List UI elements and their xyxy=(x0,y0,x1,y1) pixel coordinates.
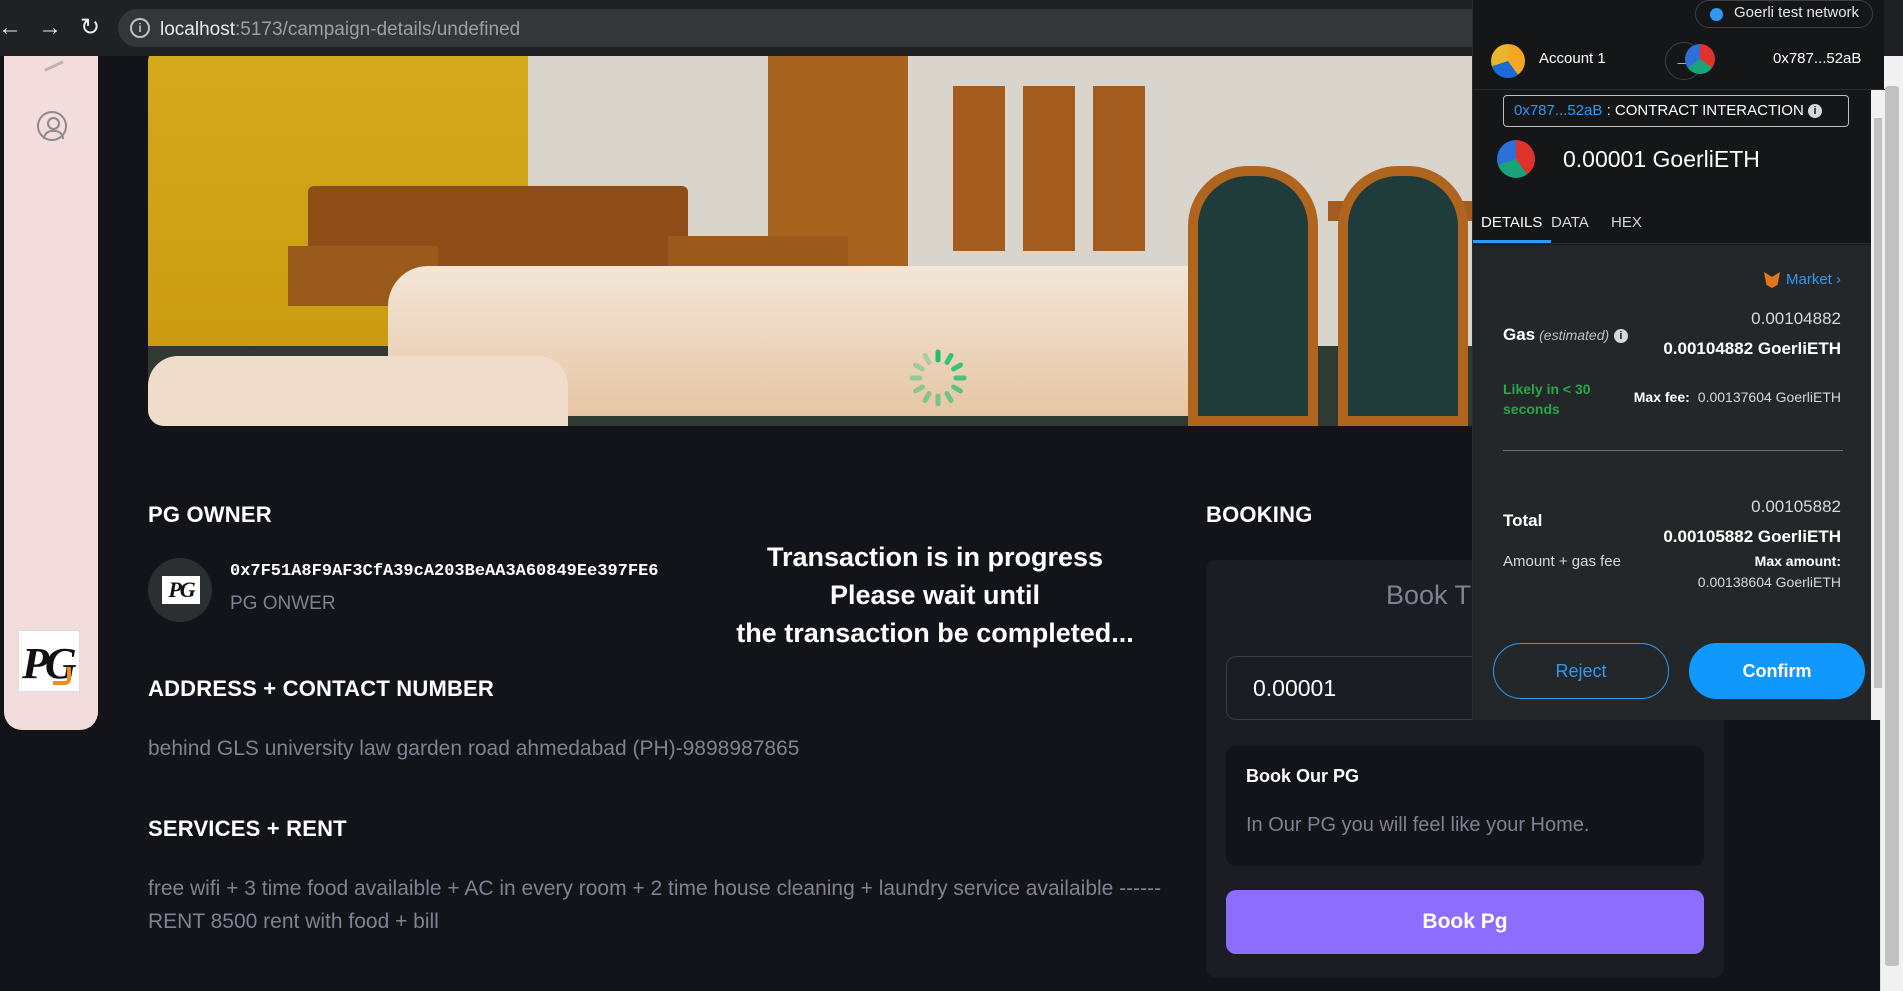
tab-data[interactable]: DATA xyxy=(1551,214,1589,231)
pg-card-title: Book Our PG xyxy=(1246,766,1360,786)
services-text: free wifi + 3 time food availaible + AC … xyxy=(148,877,1162,933)
owner-label: PG ONWER xyxy=(230,593,336,614)
max-fee: Max fee: 0.00137604 GoerliETH xyxy=(1633,389,1841,405)
tab-details[interactable]: DETAILS xyxy=(1481,214,1542,231)
address-text: behind GLS university law garden road ah… xyxy=(148,737,800,760)
gas-big-value: 0.00104882 GoerliETH xyxy=(1663,339,1841,358)
to-address[interactable]: 0x787...52aB xyxy=(1773,50,1861,67)
profile-icon[interactable] xyxy=(37,111,67,141)
recipient-avatar-icon xyxy=(1685,44,1715,74)
details-tabs: DETAILS DATA HEX xyxy=(1473,200,1885,244)
fox-icon xyxy=(1763,272,1780,289)
campaign-image xyxy=(148,56,1488,426)
amount-gas-label: Amount + gas fee xyxy=(1503,553,1621,570)
contract-address-link[interactable]: 0x787...52aB xyxy=(1514,102,1602,119)
confirm-button[interactable]: Confirm xyxy=(1689,643,1865,699)
account-avatar-icon xyxy=(1491,44,1525,78)
contract-interaction-badge: 0x787...52aB : CONTRACT INTERACTION i xyxy=(1503,95,1849,127)
popup-scrollbar[interactable] xyxy=(1871,90,1885,720)
pg-info-card: Book Our PG In Our PG you will feel like… xyxy=(1226,746,1704,866)
gas-label: Gas (estimated) i xyxy=(1503,325,1628,345)
from-account-name[interactable]: Account 1 xyxy=(1539,50,1606,67)
contract-label: : CONTRACT INTERACTION xyxy=(1606,102,1804,119)
logo-accent-icon xyxy=(53,667,71,685)
reject-button[interactable]: Reject xyxy=(1493,643,1669,699)
book-pg-button[interactable]: Book Pg xyxy=(1226,890,1704,954)
transaction-value: 0.00001 GoerliETH xyxy=(1563,146,1760,172)
owner-address: 0x7F51A8F9AF3CfA39cA203BeAA3A60849Ee397F… xyxy=(230,562,659,581)
divider xyxy=(1503,450,1843,451)
app-logo[interactable]: PG xyxy=(18,630,80,692)
nav-icon[interactable] xyxy=(40,56,64,72)
loading-spinner-icon xyxy=(909,349,967,407)
network-dot-icon xyxy=(1710,8,1723,21)
likely-time: Likely in < 30 seconds xyxy=(1503,381,1591,417)
network-name: Goerli test network xyxy=(1734,4,1860,21)
contract-avatar-icon xyxy=(1497,140,1535,178)
site-info-icon[interactable]: i xyxy=(130,18,150,38)
tab-hex[interactable]: HEX xyxy=(1611,214,1642,231)
forward-icon[interactable]: → xyxy=(32,12,68,44)
info-icon[interactable]: i xyxy=(1807,104,1822,119)
owner-section-title: PG OWNER xyxy=(148,502,272,527)
owner-avatar: PG xyxy=(148,558,212,622)
services-section-title: SERVICES + RENT xyxy=(148,816,347,841)
gas-small-value: 0.00104882 xyxy=(1751,309,1841,328)
owner-avatar-logo: PG xyxy=(162,576,200,604)
overlay-line-2: Please wait until xyxy=(829,580,1041,610)
overlay-line-1: Transaction is in progress xyxy=(766,542,1104,572)
total-big-value: 0.00105882 GoerliETH xyxy=(1663,527,1841,546)
active-tab-indicator xyxy=(1473,240,1551,243)
total-small-value: 0.00105882 xyxy=(1751,497,1841,516)
total-label: Total xyxy=(1503,511,1543,530)
sender-recipient-row: Account 1 → 0x787...52aB xyxy=(1473,34,1885,90)
address-section-title: ADDRESS + CONTACT NUMBER xyxy=(148,676,495,701)
details-body: Market › Gas (estimated) i 0.00104882 0.0… xyxy=(1473,245,1871,720)
url-text[interactable]: localhost:5173/campaign-details/undefine… xyxy=(160,19,520,41)
gas-market-selector[interactable]: Market › xyxy=(1763,271,1841,289)
network-selector[interactable]: Goerli test network xyxy=(1695,0,1873,28)
reload-icon[interactable]: ↻ xyxy=(72,12,108,44)
transaction-progress-message: Transaction is in progress Please wait u… xyxy=(705,538,1165,652)
gas-info-icon[interactable]: i xyxy=(1613,328,1628,343)
pg-card-text: In Our PG you will feel like your Home. xyxy=(1246,814,1590,836)
address-bar[interactable]: i localhost:5173/campaign-details/undefi… xyxy=(118,9,1518,47)
overlay-line-3: the transaction be completed... xyxy=(736,618,1134,648)
back-icon[interactable]: ← xyxy=(0,12,28,44)
sidebar xyxy=(4,56,98,730)
booking-section-title: BOOKING xyxy=(1206,502,1313,527)
metamask-popup: Goerli test network Account 1 → 0x787...… xyxy=(1472,0,1885,720)
max-amount: Max amount: 0.00138604 GoerliETH xyxy=(1697,553,1841,590)
